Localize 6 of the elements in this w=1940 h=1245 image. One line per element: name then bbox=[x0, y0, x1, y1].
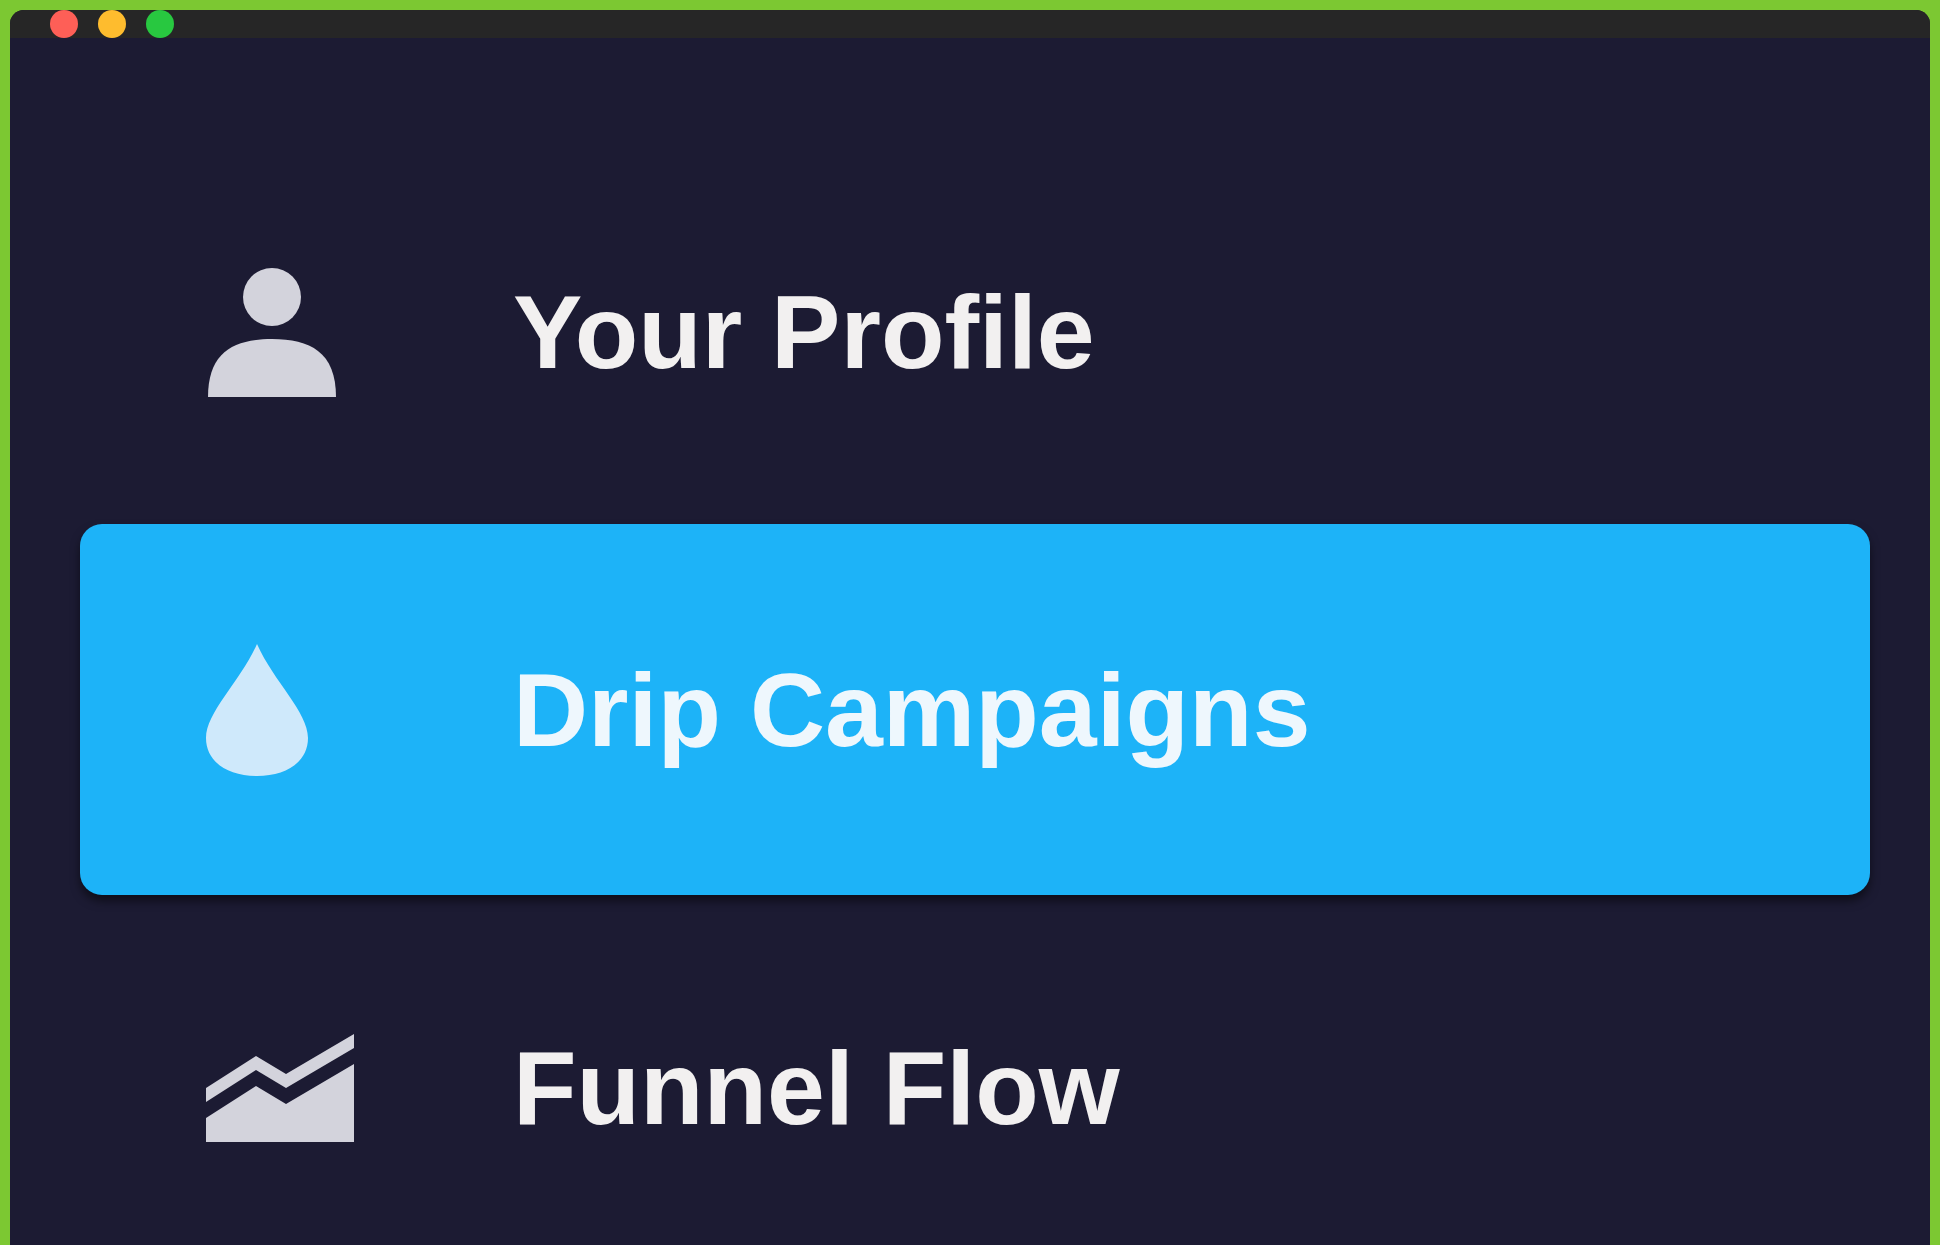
item-label: Funnel Flow bbox=[513, 1028, 1120, 1148]
area-chart-icon bbox=[204, 1031, 356, 1144]
item-label: Your Profile bbox=[513, 272, 1095, 392]
sidebar-item[interactable]: Funnel Flow bbox=[80, 902, 1870, 1245]
item-label: Drip Campaigns bbox=[513, 650, 1311, 770]
sidebar-item[interactable]: Your Profile bbox=[80, 146, 1870, 517]
